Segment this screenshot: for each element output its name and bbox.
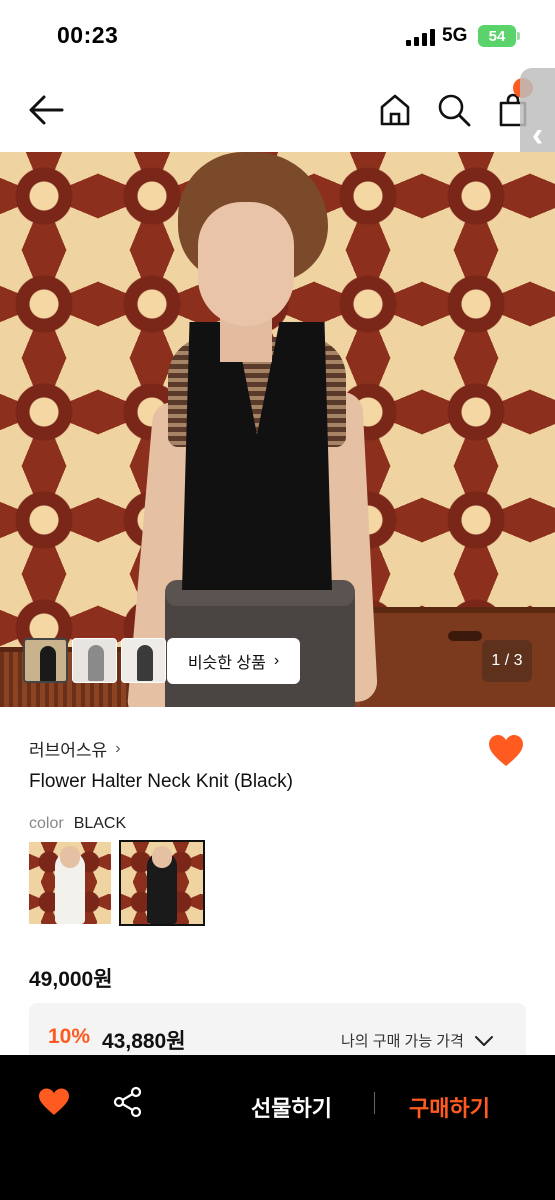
similar-products-label: 비슷한 상품 <box>187 655 266 672</box>
buy-button[interactable]: 구매하기 <box>409 1091 490 1123</box>
discount-price: 43,880원 <box>102 1030 186 1053</box>
battery-icon: 54 <box>478 25 520 47</box>
my-price-toggle[interactable]: 나의 구매 가능 가격 <box>341 1030 494 1051</box>
status-bar: 00:23 5G 54 <box>0 0 555 72</box>
thumbnail-1[interactable] <box>23 638 68 683</box>
chevron-right-icon: › <box>273 652 280 669</box>
battery-level: 54 <box>488 27 506 45</box>
chevron-right-icon: › <box>115 739 121 757</box>
heart-icon[interactable] <box>487 733 525 769</box>
image-counter: 1 / 3 <box>482 640 532 682</box>
thumbnail-3[interactable] <box>121 638 166 683</box>
bottom-action-bar: 선물하기 구매하기 <box>0 1055 555 1200</box>
original-price: 49,000원 <box>29 968 113 991</box>
discount-price-box[interactable]: 10% 43,880원 나의 구매 가능 가격 <box>29 1003 526 1063</box>
color-swatch-white[interactable] <box>29 842 111 924</box>
signal-icon <box>406 28 435 46</box>
product-main-image[interactable] <box>0 152 555 707</box>
color-swatches <box>29 840 205 926</box>
discount-rate: 10% <box>48 1025 91 1048</box>
arrow-left-icon[interactable] <box>26 92 66 128</box>
home-icon[interactable] <box>378 92 412 128</box>
chevron-left-icon: ‹ <box>531 116 544 154</box>
thumbnail-2[interactable] <box>72 638 117 683</box>
top-nav <box>0 72 555 152</box>
chevron-down-icon <box>474 1035 493 1046</box>
color-selector-label: color BLACK <box>29 815 126 833</box>
divider <box>374 1092 375 1114</box>
status-time: 00:23 <box>57 22 119 48</box>
share-icon[interactable] <box>112 1086 144 1118</box>
similar-products-button[interactable]: 비슷한 상품 › <box>167 638 300 684</box>
color-swatch-black[interactable] <box>119 840 205 926</box>
my-price-label: 나의 구매 가능 가격 <box>341 1033 464 1050</box>
network-label: 5G <box>442 25 468 46</box>
model-face <box>198 202 294 326</box>
brand-link[interactable]: 러브어스유 › <box>29 736 121 761</box>
gift-button[interactable]: 선물하기 <box>251 1091 332 1123</box>
color-label: color <box>29 815 64 832</box>
heart-icon[interactable] <box>38 1087 70 1117</box>
brand-name: 러브어스유 <box>29 741 108 760</box>
image-thumbnails <box>23 638 166 683</box>
product-name: Flower Halter Neck Knit (Black) <box>29 771 293 792</box>
color-value: BLACK <box>73 815 127 832</box>
search-icon[interactable] <box>436 92 472 128</box>
